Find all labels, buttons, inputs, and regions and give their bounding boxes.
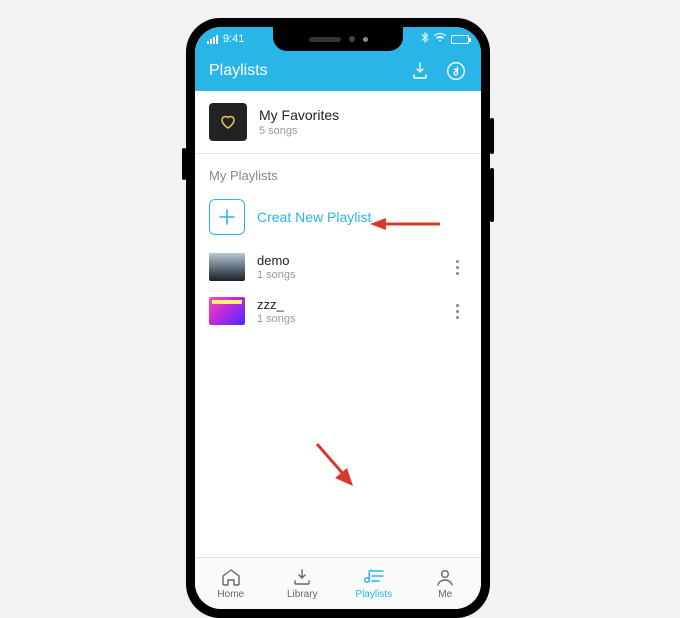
- playlist-subtitle: 1 songs: [257, 313, 296, 325]
- playlist-title: zzz_: [257, 297, 296, 312]
- favorites-title: My Favorites: [259, 107, 339, 123]
- more-options-button[interactable]: [447, 260, 467, 275]
- user-icon: [435, 568, 455, 586]
- home-icon: [221, 568, 241, 586]
- plus-icon: [209, 199, 245, 235]
- heart-icon: [218, 112, 238, 132]
- phone-side-button: [182, 148, 186, 180]
- create-playlist-label: Creat New Playlist: [257, 209, 371, 225]
- tab-library[interactable]: Library: [267, 558, 339, 609]
- tab-label: Playlists: [355, 589, 392, 600]
- favorites-thumb: [209, 103, 247, 141]
- notch: [273, 27, 403, 51]
- tab-label: Me: [438, 589, 452, 600]
- favorites-row[interactable]: My Favorites 5 songs: [195, 91, 481, 154]
- tab-bar: Home Library Playlists Me: [195, 557, 481, 609]
- page-title: Playlists: [209, 62, 268, 80]
- download-button[interactable]: [409, 60, 431, 82]
- create-playlist-row[interactable]: Creat New Playlist: [195, 189, 481, 245]
- phone-frame: 9:41 Playlists: [186, 18, 490, 618]
- wifi-icon: [434, 33, 446, 45]
- more-options-button[interactable]: [447, 304, 467, 319]
- signal-icon: [207, 35, 218, 44]
- tab-label: Library: [287, 589, 318, 600]
- playlists-icon: [363, 568, 385, 586]
- playlist-row[interactable]: zzz_ 1 songs: [195, 289, 481, 333]
- battery-icon: [451, 35, 469, 44]
- playlist-title: demo: [257, 253, 296, 268]
- music-note-button[interactable]: [445, 60, 467, 82]
- playlist-subtitle: 1 songs: [257, 269, 296, 281]
- status-time: 9:41: [223, 33, 244, 45]
- tab-playlists[interactable]: Playlists: [338, 558, 410, 609]
- phone-side-button: [490, 118, 494, 154]
- section-my-playlists: My Playlists: [195, 154, 481, 189]
- favorites-subtitle: 5 songs: [259, 125, 339, 137]
- tab-me[interactable]: Me: [410, 558, 482, 609]
- phone-side-button: [490, 168, 494, 222]
- bluetooth-icon: [421, 32, 429, 46]
- screen: 9:41 Playlists: [195, 27, 481, 609]
- download-icon: [292, 568, 312, 586]
- app-header: Playlists: [195, 51, 481, 91]
- tab-label: Home: [217, 589, 244, 600]
- playlist-thumb: [209, 253, 245, 281]
- playlist-thumb: [209, 297, 245, 325]
- tab-home[interactable]: Home: [195, 558, 267, 609]
- playlist-row[interactable]: demo 1 songs: [195, 245, 481, 289]
